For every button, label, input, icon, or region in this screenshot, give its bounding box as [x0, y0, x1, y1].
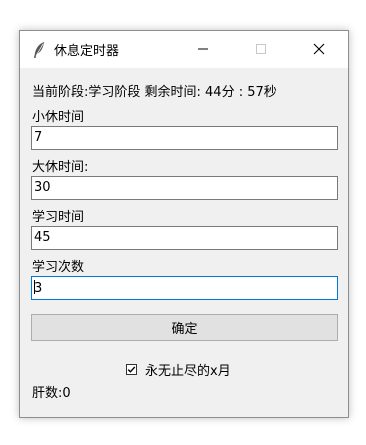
short-break-label: 小休时间 [32, 110, 85, 125]
long-break-input[interactable]: 30 [31, 176, 338, 200]
forever-checkbox[interactable] [126, 364, 137, 375]
feather-icon [32, 41, 46, 59]
short-break-input[interactable]: 7 [31, 126, 338, 150]
study-count-value: 3 [34, 281, 43, 296]
close-button[interactable] [296, 31, 342, 68]
main-content: 当前阶段:学习阶段 剩余时间: 44分 : 57秒 小休时间 7 大休时间: 3… [20, 68, 348, 417]
study-time-label: 学习时间 [32, 210, 85, 225]
study-count-input[interactable]: 3 [31, 276, 338, 300]
long-break-label: 大休时间: [32, 160, 89, 175]
status-text: 当前阶段:学习阶段 剩余时间: 44分 : 57秒 [32, 85, 277, 100]
app-window: 休息定时器 当前阶段:学习阶段 剩余时间: 44分 : 57秒 小休时间 7 大… [19, 30, 349, 418]
confirm-button[interactable]: 确定 [31, 314, 338, 341]
maximize-icon [255, 40, 267, 59]
forever-checkbox-label: 永无止尽的x月 [145, 364, 231, 379]
maximize-button[interactable] [238, 31, 284, 68]
study-time-input[interactable]: 45 [31, 226, 338, 250]
close-icon [313, 40, 325, 59]
minimize-button[interactable] [180, 31, 226, 68]
forever-checkbox-row[interactable]: 永无止尽的x月 [126, 360, 231, 379]
checkmark-icon [127, 366, 136, 373]
minimize-icon [197, 40, 209, 59]
title-bar[interactable]: 休息定时器 [20, 31, 348, 68]
counter-text: 肝数:0 [32, 386, 71, 401]
study-count-label: 学习次数 [32, 260, 85, 275]
window-title: 休息定时器 [54, 44, 120, 59]
